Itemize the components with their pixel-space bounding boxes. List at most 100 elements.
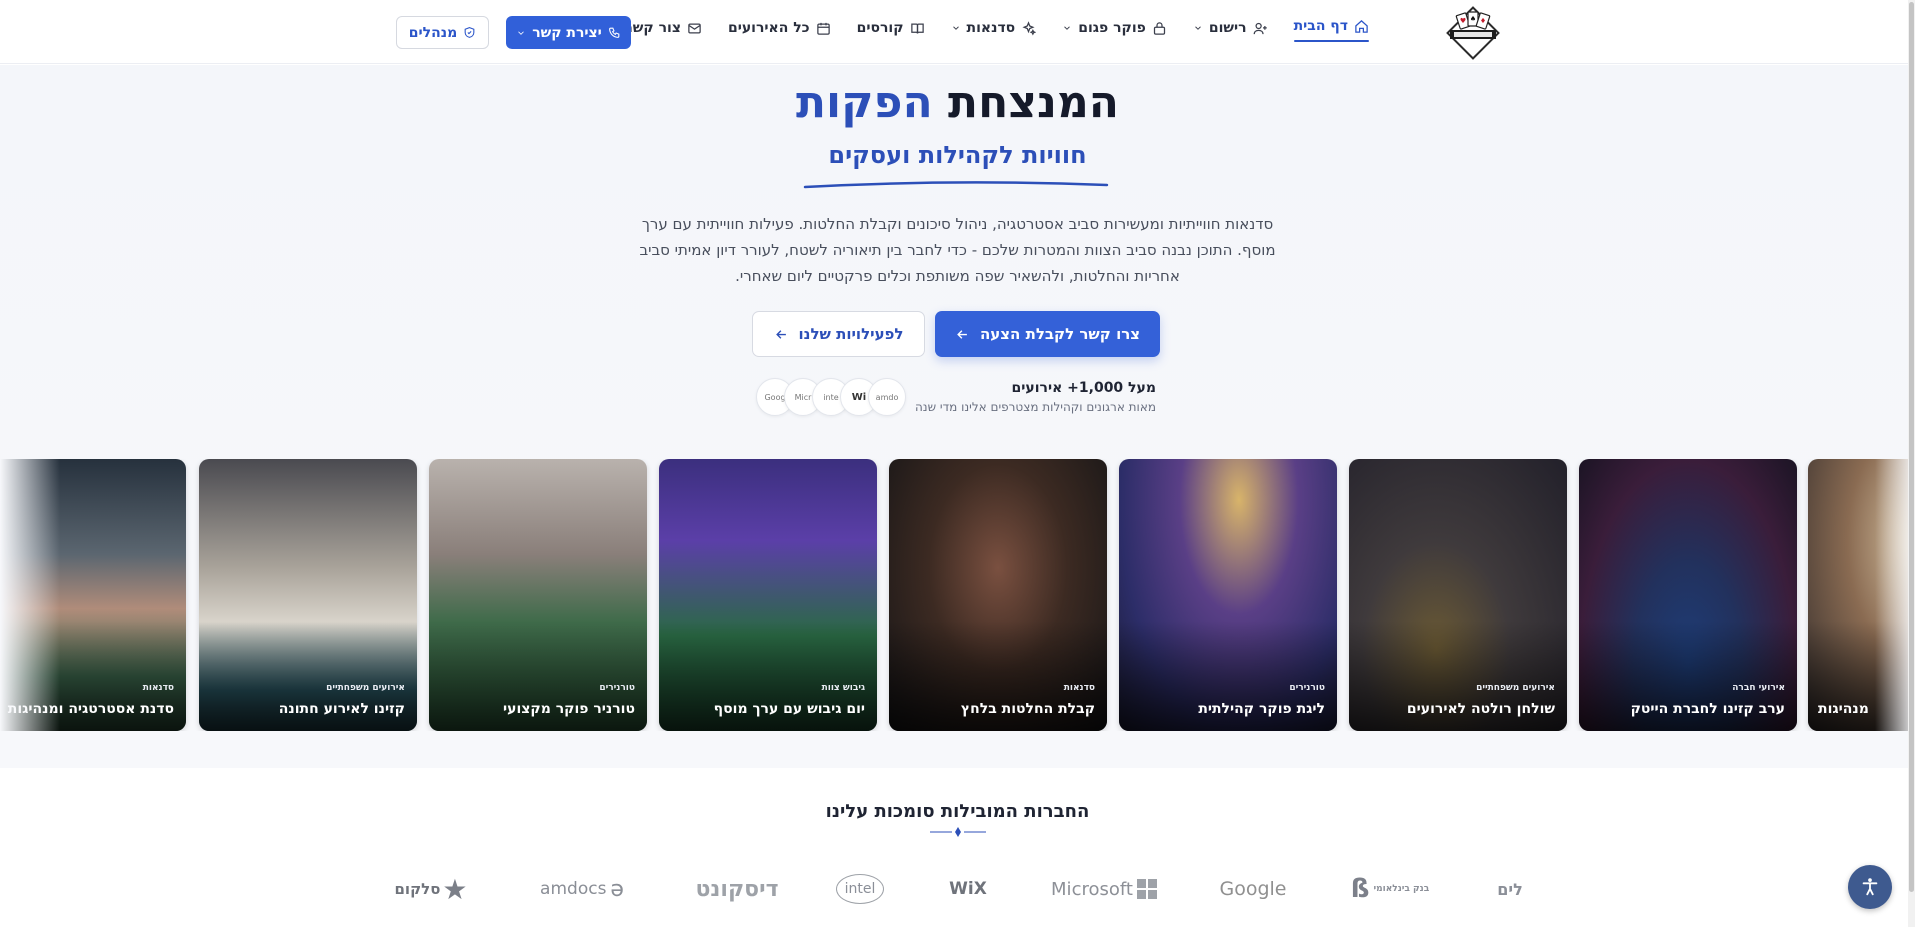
nav-contact-label: צור קשר xyxy=(624,20,681,36)
admin-button[interactable]: מנהלים xyxy=(396,16,489,49)
nav-all-events[interactable]: כל האירועים xyxy=(728,20,831,36)
gallery-card-title: ערב קזינו לחברת הייטק xyxy=(1630,701,1785,717)
partner-logo: לים xyxy=(1497,879,1523,899)
gallery-card-title: מנהיגות xyxy=(1818,701,1869,717)
chevron-down-icon xyxy=(1064,26,1071,30)
chevron-down-icon xyxy=(952,26,959,30)
gallery-card-tag: גיבוש צוות xyxy=(821,683,865,693)
social-proof: מעל 1,000+ אירועים מאות ארגונים וקהילות … xyxy=(756,378,1156,420)
nav-registration-label: רישום xyxy=(1208,20,1247,36)
nav-courses[interactable]: קורסים xyxy=(857,20,925,36)
gallery-card[interactable]: טורנירים ליגת פוקר קהילתית xyxy=(1119,459,1337,731)
partner-logo: intel xyxy=(836,874,884,904)
nav-all-events-label: כל האירועים xyxy=(727,20,810,36)
partner-logo-name: Microsoft xyxy=(1051,878,1133,900)
gallery-card-tag: סדנאות xyxy=(1063,683,1095,693)
book-icon xyxy=(910,23,924,34)
partner-logo: דיסקונט xyxy=(695,876,779,902)
gallery-card-tag: אירועי חברה xyxy=(1732,683,1785,693)
hero-description: סדנאות חווייתיות ומעשירות סביב אסטרטגיה,… xyxy=(639,215,1276,285)
gallery-card-title: שולחן רולטה לאירועים xyxy=(1406,701,1555,717)
gallery-card-tag: טורנירים xyxy=(599,683,635,693)
amdocs-mark-icon: ə xyxy=(610,876,624,902)
nav-registration[interactable]: רישום xyxy=(1193,20,1268,36)
phone-icon xyxy=(608,27,620,38)
arrow-left-icon xyxy=(775,329,786,339)
gallery-card-title: ליגת פוקר קהילתית xyxy=(1198,701,1325,717)
gallery-card-title: טורניר פוקר מקצועי xyxy=(503,701,635,717)
social-proof-title: מעל 1,000+ אירועים xyxy=(1011,380,1156,396)
nav-poker[interactable]: פוקר פגום xyxy=(1062,20,1167,36)
hero-title-main: המנצחת xyxy=(948,77,1120,128)
partner-logo-name: סלקום xyxy=(394,880,441,898)
gallery-card[interactable]: טורנירים טורניר פוקר מקצועי xyxy=(429,459,647,731)
gallery-card-title: יום גיבוש עם ערך מוסף xyxy=(713,701,865,717)
social-proof-subtitle: מאות ארגונים וקהילות מצטרפים אלינו מדי ש… xyxy=(914,400,1156,414)
nav-workshops-label: סדנאות xyxy=(966,20,1016,36)
mail-icon xyxy=(688,23,701,33)
nav-courses-label: קורסים xyxy=(856,20,904,36)
arrow-left-icon xyxy=(957,329,967,339)
nav-home-label: דף הבית xyxy=(1293,18,1348,34)
gallery-card[interactable]: אירועים משפחתיים קזינו לאירוע חתונה xyxy=(199,459,417,731)
gallery-card-title: קזינו לאירוע חתונה xyxy=(278,701,405,717)
site-logo[interactable]: ♥ ♠ ♦ xyxy=(1436,6,1510,60)
subtitle-underline xyxy=(803,181,1109,189)
scrollbar-thumb[interactable] xyxy=(1909,2,1914,892)
request-quote-label: צרו קשר לקבלת הצעה xyxy=(979,325,1141,343)
page-scrollbar[interactable] xyxy=(1908,0,1915,927)
nav-workshops[interactable]: סדנאות xyxy=(951,20,1037,36)
title-divider xyxy=(930,827,986,837)
gallery-card-title: קבלת החלטות בלחץ xyxy=(960,701,1095,717)
main-nav: דף הבית רישום פוקר פגום סדנאות קורסים כל… xyxy=(624,18,1370,42)
lock-icon xyxy=(1153,21,1165,35)
gallery-card-tag: טורנירים xyxy=(1289,683,1325,693)
user-plus-icon xyxy=(1253,22,1267,34)
hero-title-accent: הפקות xyxy=(795,77,933,128)
chevron-down-icon xyxy=(518,30,524,35)
gallery-card[interactable]: גיבוש צוות יום גיבוש עם ערך מוסף xyxy=(659,459,877,731)
nav-contact[interactable]: צור קשר xyxy=(624,20,702,36)
contact-button-label: יצירת קשר xyxy=(532,24,602,41)
windows-grid-icon xyxy=(1136,879,1157,899)
svg-text:♠: ♠ xyxy=(1470,15,1476,23)
star-icon: ★ xyxy=(442,872,468,906)
sparkle-icon xyxy=(1022,20,1037,36)
our-activities-label: לפעילויות שלנו xyxy=(798,325,904,343)
partner-logo-name: בנק בינלאומי xyxy=(1373,884,1430,894)
client-logo: amdo xyxy=(868,378,906,416)
gallery-card-tag: אירועים משפחתיים xyxy=(326,683,405,693)
svg-text:♦: ♦ xyxy=(1480,17,1486,25)
partner-logo: ★ סלקום xyxy=(393,872,469,906)
partner-logo: Microsoft xyxy=(1051,872,1157,906)
contact-dropdown-button[interactable]: יצירת קשר xyxy=(506,16,631,49)
gallery-card[interactable]: אירועים משפחתיים שולחן רולטה לאירועים xyxy=(1349,459,1567,731)
partner-logo: Google xyxy=(1219,878,1287,900)
home-icon xyxy=(1355,19,1368,33)
hero-title: המנצחת הפקות xyxy=(0,77,1915,128)
accessibility-button[interactable] xyxy=(1848,865,1892,909)
gallery-card[interactable]: סדנאות קבלת החלטות בלחץ xyxy=(889,459,1107,731)
chevron-down-icon xyxy=(1195,26,1201,30)
calendar-icon xyxy=(816,22,830,35)
partner-logo: WiX xyxy=(949,879,987,899)
partner-logo-name: amdocs xyxy=(540,879,607,899)
partner-logo: ə amdocs xyxy=(532,872,632,906)
gallery-fade-left xyxy=(0,459,60,731)
request-quote-button[interactable]: צרו קשר לקבלת הצעה xyxy=(935,311,1160,357)
our-activities-button[interactable]: לפעילויות שלנו xyxy=(752,311,925,357)
gallery-card[interactable]: אירועי חברה ערב קזינו לחברת הייטק xyxy=(1579,459,1797,731)
gallery-card-tag: סדנאות xyxy=(142,683,174,693)
svg-text:♥: ♥ xyxy=(1460,17,1466,25)
accessibility-icon xyxy=(1862,878,1878,896)
nav-poker-label: פוקר פגום xyxy=(1078,20,1146,36)
activities-gallery: מנהיגות אירועי חברה ערב קזינו לחברת הייט… xyxy=(0,459,1915,731)
client-logo-stack: Goog Micr inte Wi amdo xyxy=(756,378,914,418)
gallery-card-tag: אירועים משפחתיים xyxy=(1476,683,1555,693)
hero-subtitle: חוויות לקהילות ועסקים xyxy=(828,141,1087,169)
admin-button-label: מנהלים xyxy=(408,24,458,41)
bank-b-icon: ß xyxy=(1350,874,1370,904)
shield-icon xyxy=(464,27,475,38)
trusted-companies-title: החברות המובילות סומכות עלינו xyxy=(825,801,1090,822)
nav-home[interactable]: דף הבית xyxy=(1293,18,1370,42)
